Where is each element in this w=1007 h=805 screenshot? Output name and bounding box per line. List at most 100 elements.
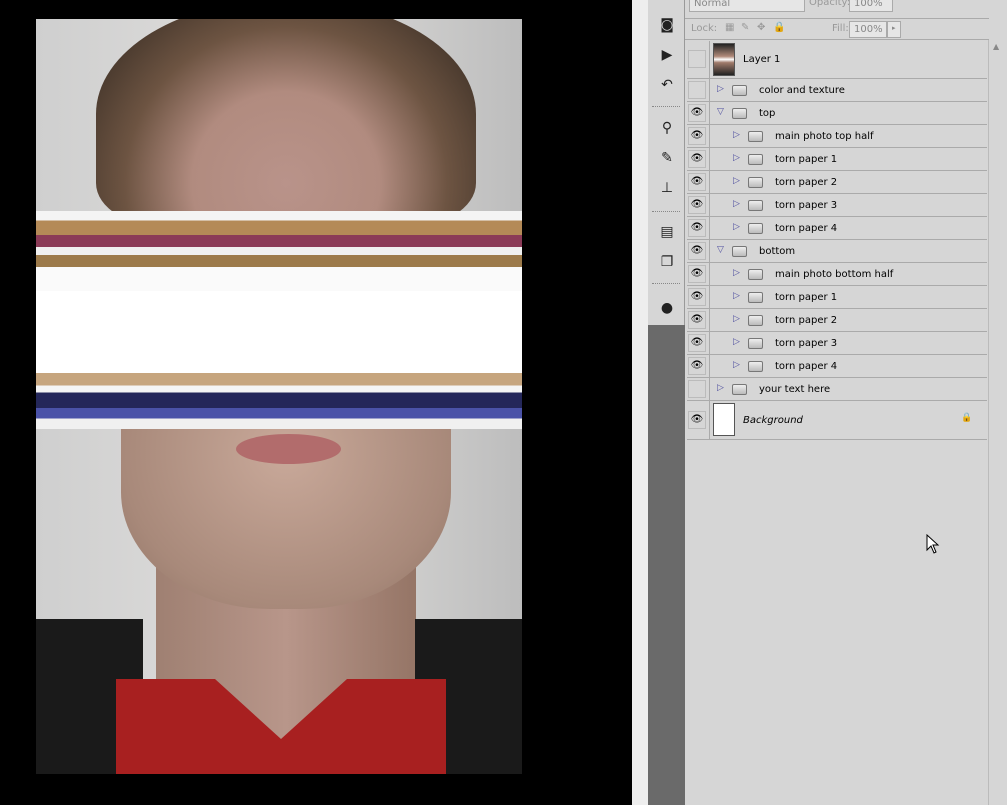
expanded-triangle-icon[interactable]: ▽ [717, 245, 724, 255]
eye-icon: 👁 [690, 244, 704, 256]
mouse-cursor-icon [926, 534, 940, 554]
visibility-toggle[interactable]: 👁 [688, 241, 706, 260]
photo-lips [236, 434, 341, 464]
layer-row[interactable]: Layer 1 [687, 41, 987, 79]
layer-name: torn paper 3 [775, 337, 838, 349]
collapsed-triangle-icon[interactable]: ▷ [733, 176, 740, 186]
eye-icon: 👁 [690, 106, 704, 118]
blank-band [36, 291, 522, 369]
mask-icon[interactable]: ◙ [657, 15, 677, 35]
visibility-toggle[interactable]: 👁 [688, 310, 706, 329]
collapsed-triangle-icon[interactable]: ▷ [733, 337, 740, 347]
lock-row: Lock: ▦ ✎ ✥ 🔒 Fill: 100% ▸ [685, 18, 989, 40]
collapsed-triangle-icon[interactable]: ▷ [733, 268, 740, 278]
document-canvas[interactable] [0, 0, 632, 805]
layer-row[interactable]: ▷ color and texture [687, 79, 987, 102]
layer-row[interactable]: 👁 ▷ main photo bottom half [687, 263, 987, 286]
styles-icon[interactable]: ● [657, 298, 677, 318]
layer-thumbnail [713, 403, 735, 436]
layer-row[interactable]: 👁 ▽ bottom [687, 240, 987, 263]
lock-move-icon[interactable]: ✥ [757, 22, 765, 33]
visibility-toggle[interactable]: 👁 [688, 172, 706, 191]
lock-all-icon[interactable]: 🔒 [773, 22, 785, 33]
visibility-toggle[interactable] [688, 50, 706, 68]
visibility-toggle[interactable]: 👁 [688, 264, 706, 283]
eye-icon: 👁 [690, 359, 704, 371]
visibility-toggle[interactable] [688, 379, 706, 398]
row-divider [709, 378, 710, 400]
layer-comps-icon[interactable]: ❐ [657, 252, 677, 272]
info-icon[interactable]: ▤ [657, 222, 677, 242]
folder-icon [748, 269, 763, 280]
collapsed-triangle-icon[interactable]: ▷ [733, 153, 740, 163]
layer-name: torn paper 2 [775, 314, 838, 326]
collapsed-triangle-icon[interactable]: ▷ [733, 199, 740, 209]
scroll-up-icon[interactable]: ▲ [993, 42, 999, 51]
collapsed-triangle-icon[interactable]: ▷ [733, 314, 740, 324]
layer-name: Background [743, 414, 803, 426]
layer-name: torn paper 4 [775, 222, 838, 234]
visibility-toggle[interactable]: 👁 [688, 333, 706, 352]
lock-transparent-icon[interactable]: ▦ [725, 22, 734, 33]
layer-name: torn paper 1 [775, 291, 838, 303]
visibility-toggle[interactable]: 👁 [688, 149, 706, 168]
visibility-toggle[interactable] [688, 80, 706, 99]
expanded-triangle-icon[interactable]: ▽ [717, 107, 724, 117]
visibility-toggle[interactable]: 👁 [688, 218, 706, 237]
row-divider [709, 194, 710, 216]
fill-arrow[interactable]: ▸ [887, 21, 901, 38]
collapsed-triangle-icon[interactable]: ▷ [733, 222, 740, 232]
layer-row[interactable]: 👁 ▷ torn paper 2 [687, 171, 987, 194]
row-divider [709, 309, 710, 331]
layer-name: Layer 1 [743, 54, 781, 65]
eye-icon: 👁 [690, 152, 704, 164]
layer-row[interactable]: 👁 ▽ top [687, 102, 987, 125]
visibility-toggle[interactable]: 👁 [688, 126, 706, 145]
eye-icon: 👁 [690, 129, 704, 141]
layer-row[interactable]: 👁 🔒 Background [687, 401, 987, 440]
layer-name: color and texture [759, 84, 845, 96]
layer-row[interactable]: 👁 ▷ torn paper 3 [687, 194, 987, 217]
row-divider [709, 401, 710, 439]
visibility-toggle[interactable]: 👁 [688, 356, 706, 375]
torn-paper-bottom [36, 359, 522, 429]
folder-icon [748, 200, 763, 211]
layer-row[interactable]: ▷ your text here [687, 378, 987, 401]
layer-row[interactable]: 👁 ▷ torn paper 1 [687, 148, 987, 171]
blend-mode-select[interactable]: Normal [689, 0, 805, 12]
layer-name: your text here [759, 383, 831, 395]
blend-row: Normal Opacity: 100% [685, 0, 989, 14]
row-divider [709, 217, 710, 239]
actions-play-icon[interactable]: ▶ [657, 45, 677, 65]
eye-icon: 👁 [690, 290, 704, 302]
clone-source-icon[interactable]: ⊥ [657, 178, 677, 198]
folder-icon [748, 292, 763, 303]
layer-row[interactable]: 👁 ▷ torn paper 1 [687, 286, 987, 309]
visibility-toggle[interactable]: 👁 [688, 103, 706, 122]
row-divider [709, 125, 710, 147]
layer-row[interactable]: 👁 ▷ torn paper 3 [687, 332, 987, 355]
history-icon[interactable]: ↶ [657, 75, 677, 95]
visibility-toggle[interactable]: 👁 [688, 195, 706, 214]
visibility-toggle[interactable]: 👁 [688, 410, 706, 429]
layer-row[interactable]: 👁 ▷ torn paper 4 [687, 355, 987, 378]
layer-row[interactable]: 👁 ▷ torn paper 2 [687, 309, 987, 332]
collapsed-triangle-icon[interactable]: ▷ [733, 360, 740, 370]
fill-field[interactable]: 100% [849, 21, 887, 38]
eye-icon: 👁 [690, 198, 704, 210]
collapsed-triangle-icon[interactable]: ▷ [717, 383, 724, 393]
brush-presets-icon[interactable]: ⚲ [657, 118, 677, 138]
layer-row[interactable]: 👁 ▷ main photo top half [687, 125, 987, 148]
visibility-toggle[interactable]: 👁 [688, 287, 706, 306]
layer-name: top [759, 107, 776, 119]
opacity-field[interactable]: 100% [849, 0, 893, 12]
collapsed-triangle-icon[interactable]: ▷ [733, 130, 740, 140]
layer-name: bottom [759, 245, 796, 257]
lock-brush-icon[interactable]: ✎ [741, 22, 749, 33]
collapsed-triangle-icon[interactable]: ▷ [733, 291, 740, 301]
collapsed-triangle-icon[interactable]: ▷ [717, 84, 724, 94]
layer-row[interactable]: 👁 ▷ torn paper 4 [687, 217, 987, 240]
folder-icon [748, 361, 763, 372]
brushes-icon[interactable]: ✎ [657, 148, 677, 168]
layers-scrollbar[interactable]: ▲ [988, 40, 1005, 805]
